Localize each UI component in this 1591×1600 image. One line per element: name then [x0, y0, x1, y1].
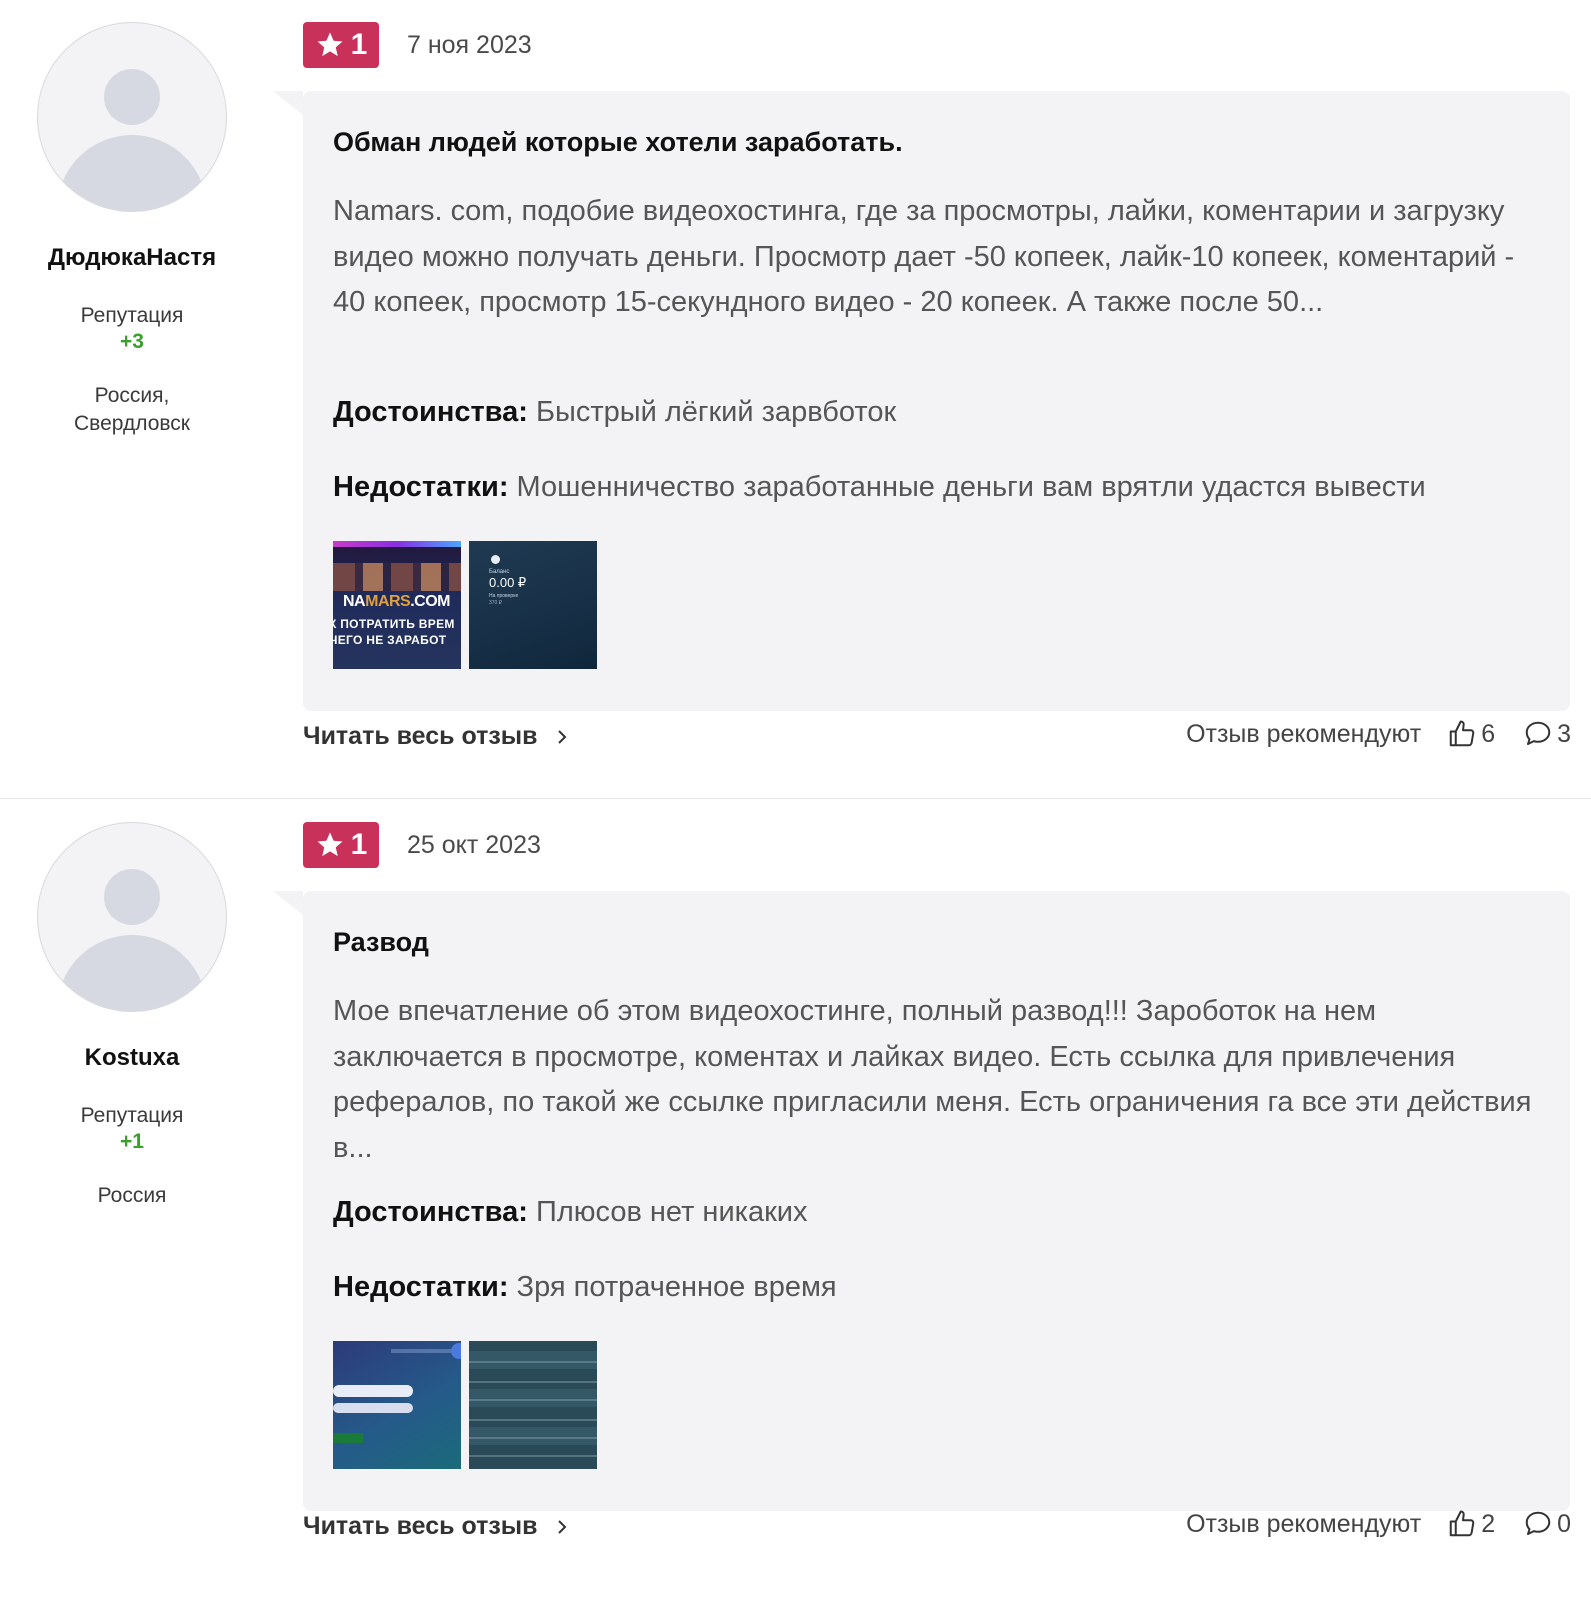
review-title[interactable]: Обман людей которые хотели заработать.	[333, 127, 903, 158]
avatar-placeholder-icon	[104, 69, 160, 125]
photo-thumbnail[interactable]	[333, 1341, 461, 1469]
author-location: Россия, Свердловск	[74, 384, 190, 435]
reputation-label: Репутация	[80, 304, 184, 327]
comment-icon	[1525, 1511, 1551, 1535]
chevron-right-icon	[557, 729, 566, 744]
review-text: Мое впечатление об этом видеохостинге, п…	[333, 995, 1532, 1164]
rating-badge: 1	[303, 822, 379, 868]
review-item: ДюдюкаНастя Репутация +3 Россия, Свердло…	[0, 0, 1591, 799]
like-count: 2	[1481, 1509, 1496, 1538]
review-header: 1 25 окт 2023	[303, 822, 541, 868]
review-date: 25 окт 2023	[407, 830, 541, 859]
comments-button[interactable]: 0	[1523, 1509, 1571, 1539]
avatar[interactable]	[37, 22, 227, 212]
review-author: ДюдюкаНастя Репутация +3 Россия, Свердло…	[0, 22, 264, 438]
review-stats: Отзыв рекомендуют 2 0	[1186, 1509, 1571, 1539]
author-location: Россия	[97, 1184, 167, 1207]
read-more-link[interactable]: Читать весь отзыв	[303, 1512, 568, 1541]
like-count: 6	[1481, 719, 1496, 748]
rating-badge: 1	[303, 22, 379, 68]
like-button[interactable]: 6	[1447, 719, 1495, 749]
review-cons: Недостатки: Мошенничество заработанные д…	[333, 471, 1426, 504]
review-card: Обман людей которые хотели заработать. N…	[273, 91, 1570, 711]
reputation-value: +3	[120, 330, 144, 353]
thumbs-up-icon	[1449, 720, 1475, 747]
review-item: Kostuxa Репутация +1 Россия 1 25 окт 202…	[0, 800, 1591, 1600]
star-icon	[317, 832, 343, 857]
cons-label: Недостатки:	[333, 1271, 509, 1303]
thumbs-up-icon	[1449, 1510, 1475, 1537]
photo-thumbnail[interactable]	[469, 1341, 597, 1469]
review-card: Развод Мое впечатление об этом видеохост…	[273, 891, 1570, 1511]
avatar-placeholder-icon	[104, 869, 160, 925]
chevron-right-icon	[557, 1519, 566, 1534]
comments-button[interactable]: 3	[1523, 719, 1571, 749]
cons-label: Недостатки:	[333, 471, 509, 503]
review-photos	[333, 1341, 597, 1469]
comment-count: 0	[1557, 1509, 1571, 1538]
photo-thumbnail[interactable]: Баланс 0.00 ₽ На проверке 370 ₽	[469, 541, 597, 669]
pros-text: Быстрый лёгкий зарвботок	[535, 396, 897, 428]
review-cons: Недостатки: Зря потраченное время	[333, 1271, 837, 1304]
comment-icon	[1525, 721, 1551, 745]
comment-count: 3	[1557, 719, 1571, 748]
wallet-icon	[491, 555, 500, 564]
pros-label: Достоинства:	[333, 396, 528, 428]
review-stats: Отзыв рекомендуют 6 3	[1186, 719, 1571, 749]
cons-text: Зря потраченное время	[516, 1271, 837, 1303]
pros-label: Достоинства:	[333, 1196, 528, 1228]
review-header: 1 7 ноя 2023	[303, 22, 532, 68]
star-icon	[317, 32, 343, 57]
review-author: Kostuxa Репутация +1 Россия	[0, 822, 264, 1210]
rating-value: 1	[350, 28, 368, 61]
review-pros: Достоинства: Быстрый лёгкий зарвботок	[333, 396, 896, 429]
pros-text: Плюсов нет никаких	[535, 1196, 808, 1228]
review-date: 7 ноя 2023	[407, 30, 532, 59]
recommend-label: Отзыв рекомендуют	[1186, 1509, 1422, 1538]
review-photos: NAMARS.COM К ПОТРАТИТЬ ВРЕМ ЧЕГО НЕ ЗАРА…	[333, 541, 597, 669]
rating-value: 1	[350, 828, 368, 861]
read-more-link[interactable]: Читать весь отзыв	[303, 722, 568, 751]
review-pros: Достоинства: Плюсов нет никаких	[333, 1196, 808, 1229]
reputation-value: +1	[120, 1130, 144, 1153]
author-name[interactable]: Kostuxa	[0, 1044, 264, 1072]
review-title[interactable]: Развод	[333, 927, 429, 958]
photo-thumbnail[interactable]: NAMARS.COM К ПОТРАТИТЬ ВРЕМ ЧЕГО НЕ ЗАРА…	[333, 541, 461, 669]
recommend-label: Отзыв рекомендуют	[1186, 719, 1422, 748]
thumbnail-logo: NAMARS.COM	[343, 593, 450, 610]
cons-text: Мошенничество заработанные деньги вам вр…	[516, 471, 1426, 503]
author-name[interactable]: ДюдюкаНастя	[0, 244, 264, 272]
reputation-label: Репутация	[80, 1104, 184, 1127]
like-button[interactable]: 2	[1447, 1509, 1495, 1539]
avatar[interactable]	[37, 822, 227, 1012]
review-text: Namars. com, подобие видеохостинга, где …	[333, 195, 1515, 318]
